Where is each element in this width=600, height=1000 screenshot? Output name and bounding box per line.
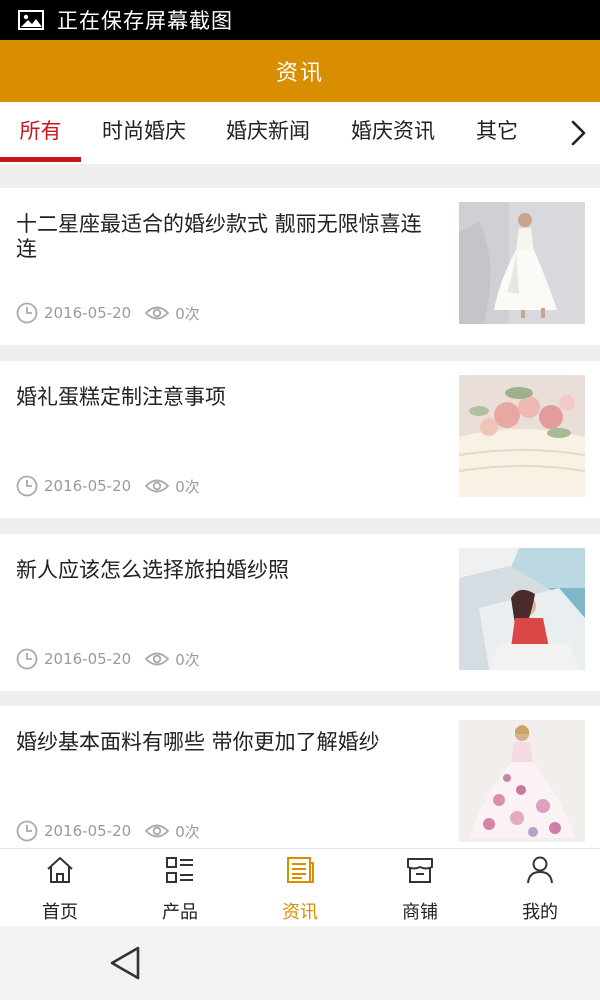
article-date: 2016-05-20 (44, 304, 132, 322)
article-item[interactable]: 十二星座最适合的婚纱款式 靓丽无限惊喜连连 2016-05-20 0次 (0, 188, 600, 345)
article-meta: 2016-05-20 0次 (16, 474, 200, 498)
divider (0, 518, 600, 534)
nav-products[interactable]: 产品 (120, 849, 240, 927)
nav-label: 商铺 (402, 902, 438, 923)
product-list-icon (166, 857, 193, 883)
article-views: 0次 (175, 304, 200, 323)
divider (0, 690, 600, 706)
image-icon (18, 10, 44, 30)
clock-icon (16, 648, 38, 670)
tab-fashion-wedding[interactable]: 时尚婚庆 (90, 102, 198, 164)
article-thumbnail (459, 548, 585, 670)
nav-store[interactable]: 商铺 (360, 849, 480, 927)
status-bar: 正在保存屏幕截图 (0, 0, 600, 40)
nav-label: 资讯 (282, 902, 318, 923)
article-title: 婚礼蛋糕定制注意事项 (16, 385, 226, 409)
chevron-right-icon[interactable] (568, 118, 588, 148)
news-icon (287, 857, 314, 883)
tab-other[interactable]: 其它 (466, 102, 528, 164)
clock-icon (16, 820, 38, 842)
divider (0, 164, 600, 188)
divider (0, 345, 600, 361)
category-tabs: 所有 时尚婚庆 婚庆新闻 婚庆资讯 其它 (0, 102, 600, 164)
page-header: 资讯 (0, 40, 600, 102)
article-item[interactable]: 新人应该怎么选择旅拍婚纱照 2016-05-20 0次 (0, 534, 600, 691)
system-nav-bar (0, 926, 600, 1000)
eye-icon (145, 652, 170, 666)
nav-label: 首页 (42, 902, 78, 923)
article-views: 0次 (175, 822, 200, 841)
article-thumbnail (459, 720, 585, 842)
eye-icon (145, 306, 170, 320)
clock-icon (16, 475, 38, 497)
tab-all[interactable]: 所有 (0, 102, 81, 164)
article-title: 十二星座最适合的婚纱款式 靓丽无限惊喜连连 (16, 212, 422, 261)
nav-home[interactable]: 首页 (0, 849, 120, 927)
article-thumbnail (459, 375, 585, 497)
eye-icon (145, 824, 170, 838)
status-text: 正在保存屏幕截图 (57, 9, 233, 33)
clock-icon (16, 302, 38, 324)
article-meta: 2016-05-20 0次 (16, 647, 200, 671)
back-icon[interactable] (108, 945, 142, 981)
article-meta: 2016-05-20 0次 (16, 301, 200, 325)
bottom-navigation: 首页 产品 资讯 商铺 我的 (0, 848, 600, 926)
article-views: 0次 (175, 650, 200, 669)
active-tab-indicator (0, 157, 81, 162)
article-meta: 2016-05-20 0次 (16, 819, 200, 843)
store-icon (407, 858, 433, 883)
article-title: 新人应该怎么选择旅拍婚纱照 (16, 558, 289, 582)
nav-news[interactable]: 资讯 (240, 849, 360, 927)
nav-label: 我的 (522, 902, 558, 923)
nav-me[interactable]: 我的 (480, 849, 600, 927)
article-date: 2016-05-20 (44, 477, 132, 495)
tab-wedding-info[interactable]: 婚庆资讯 (339, 102, 447, 164)
article-item[interactable]: 婚礼蛋糕定制注意事项 2016-05-20 0次 (0, 361, 600, 518)
article-date: 2016-05-20 (44, 650, 132, 668)
home-icon (47, 857, 73, 883)
article-date: 2016-05-20 (44, 822, 132, 840)
article-item[interactable]: 婚纱基本面料有哪些 带你更加了解婚纱 2016-05-20 0次 (0, 706, 600, 863)
nav-label: 产品 (162, 902, 198, 923)
article-views: 0次 (175, 477, 200, 496)
user-icon (527, 856, 553, 884)
article-title: 婚纱基本面料有哪些 带你更加了解婚纱 (16, 730, 380, 754)
eye-icon (145, 479, 170, 493)
article-thumbnail (459, 202, 585, 324)
tab-wedding-news[interactable]: 婚庆新闻 (214, 102, 322, 164)
page-title: 资讯 (275, 61, 324, 86)
